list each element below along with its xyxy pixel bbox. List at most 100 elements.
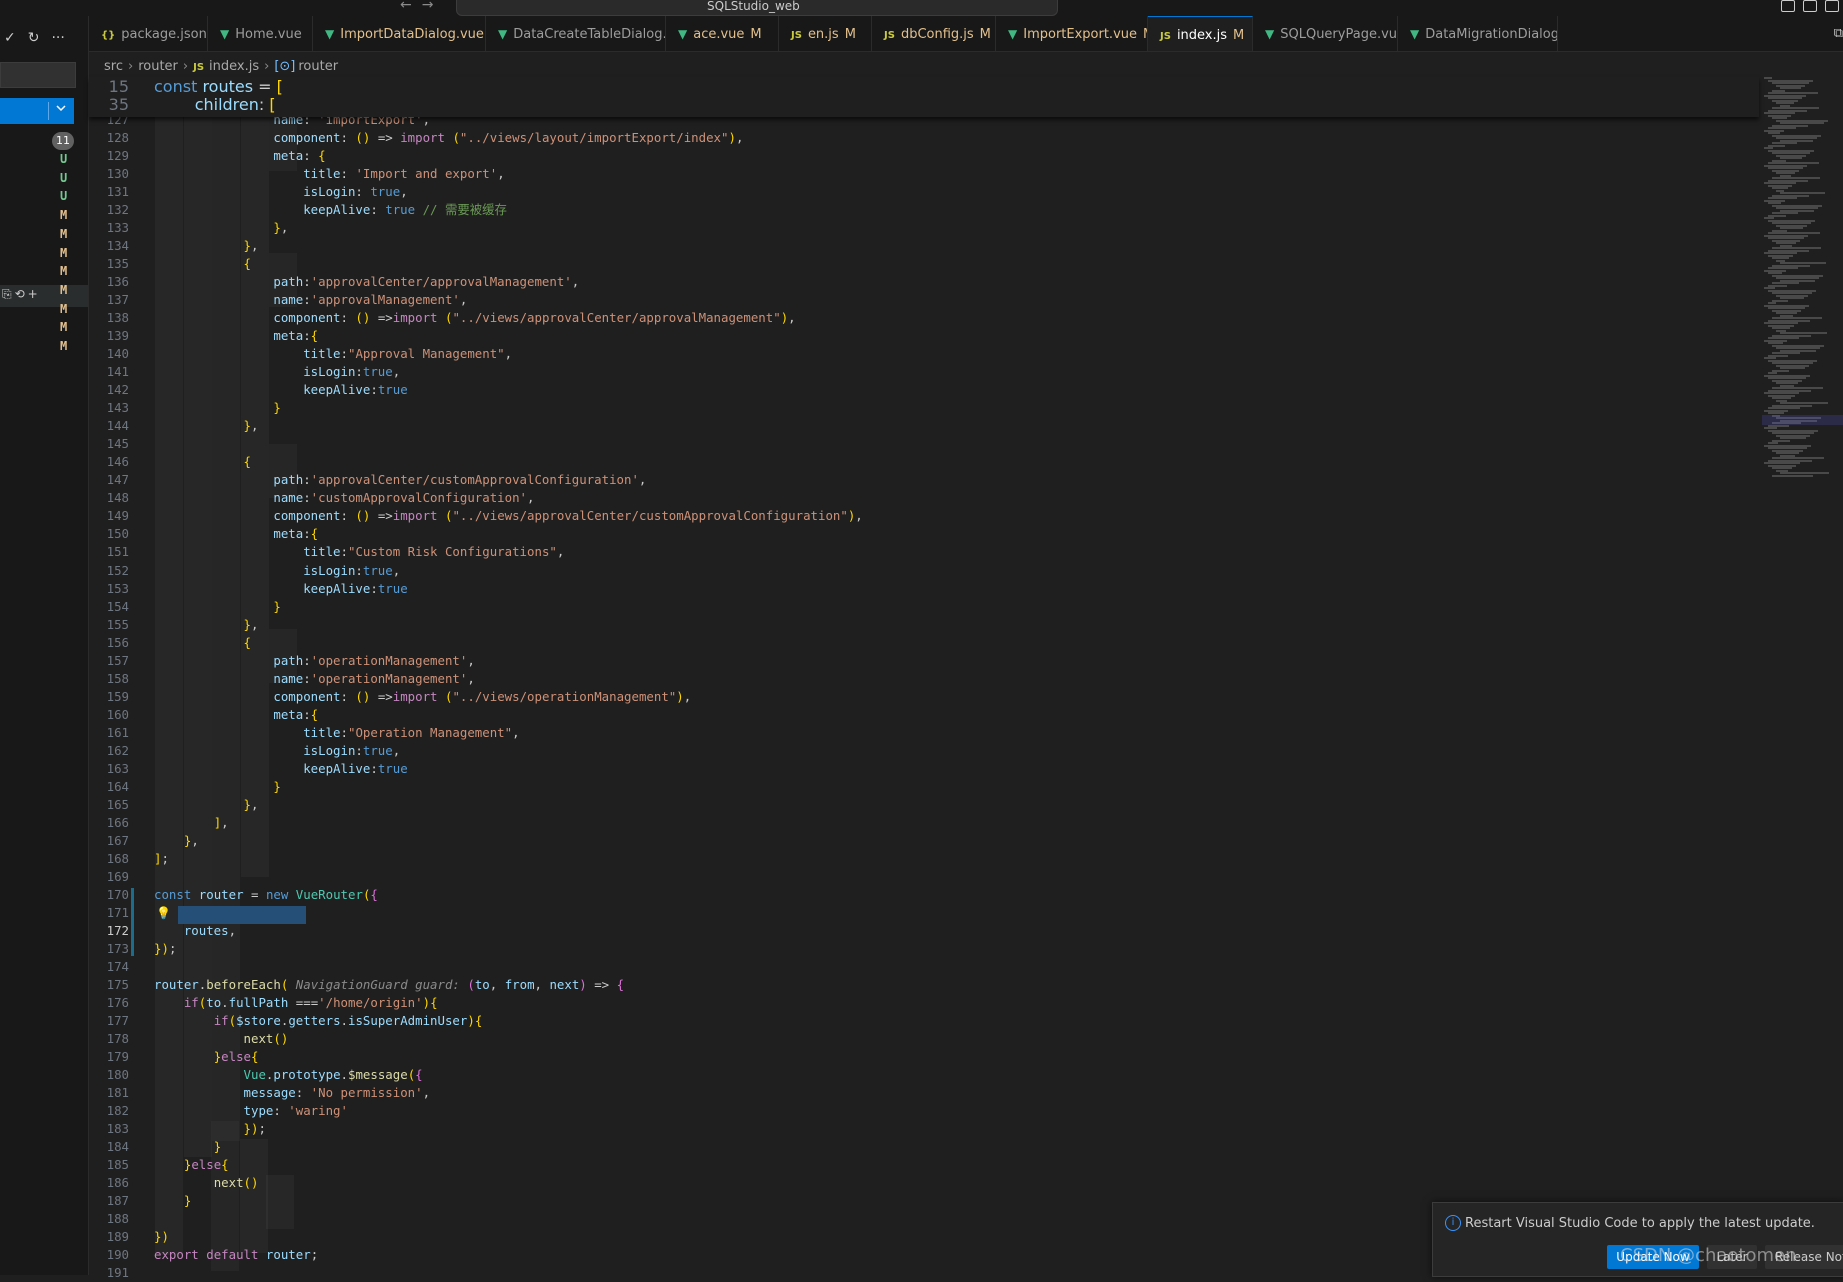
code-line[interactable]: 169 [89,868,1749,886]
code-line[interactable]: 159 component: () =>import ("../views/op… [89,688,1749,706]
breadcrumb-file[interactable]: index.js [209,59,259,74]
code-line[interactable]: 165 }, [89,796,1749,814]
toggle-secondary-sidebar-icon[interactable] [1825,0,1839,12]
tab-dbconfig-js[interactable]: JS dbConfig.js M [872,16,996,51]
code-line[interactable]: 177 if($store.getters.isSuperAdminUser){ [89,1012,1749,1030]
code-line[interactable]: 175 router.beforeEach( NavigationGuard gu… [89,976,1749,994]
sticky-scroll[interactable]: 15 const routes = [35 children: [ [89,77,1759,117]
code-line[interactable]: 180 Vue.prototype.$message({ [89,1066,1749,1084]
code-line[interactable]: 152 isLogin:true, [89,562,1749,580]
code-line[interactable]: 185 }else{ [89,1156,1749,1174]
code-line[interactable]: 129 meta: { [89,147,1749,165]
code-editor[interactable]: 127 name: 'importExport', 128 component: … [89,77,1759,1280]
tab-datamigrationdialog[interactable]: ▼ DataMigrationDialog [1398,16,1558,51]
commit-message-input[interactable] [0,62,76,88]
code-line[interactable]: 174 [89,958,1749,976]
back-arrow-icon[interactable]: ← [400,0,422,13]
code-line[interactable]: 134 }, [89,237,1749,255]
code-line[interactable]: 150 meta:{ [89,525,1749,543]
code-line[interactable]: 171 mode: 'history', [89,904,1749,922]
chevron-down-icon[interactable] [54,101,68,115]
code-line[interactable]: 153 keepAlive:true [89,580,1749,598]
code-line[interactable]: 147 path:'approvalCenter/customApprovalC… [89,471,1749,489]
tab-datacreatetabledialog-vue[interactable]: ▼ DataCreateTableDialog.vue [486,16,666,51]
tab-en-js[interactable]: JS en.js M [779,16,872,51]
sticky-line[interactable]: 15 const routes = [ [89,78,1749,96]
code-line[interactable]: 141 isLogin:true, [89,363,1749,381]
code-line[interactable]: 167 }, [89,832,1749,850]
code-line[interactable]: 178 next() [89,1030,1749,1048]
code-line[interactable]: 128 component: () => import ("../views/l… [89,129,1749,147]
code-line[interactable]: 146 { [89,453,1749,471]
breadcrumb-router[interactable]: router [138,59,178,74]
breadcrumb-src[interactable]: src [104,59,123,74]
code-line[interactable]: 135 { [89,255,1749,273]
code-line[interactable]: 160 meta:{ [89,706,1749,724]
code-line[interactable]: 183 }); [89,1120,1749,1138]
sidebar-actions: ✓ ↻ ··· [4,30,65,46]
sticky-line[interactable]: 35 children: [ [89,96,1749,114]
code-line[interactable]: 139 meta:{ [89,327,1749,345]
tab-home-vue[interactable]: ▼ Home.vue [208,16,313,51]
code-line[interactable]: 182 type: 'waring' [89,1102,1749,1120]
line-number: 133 [106,220,129,236]
code-line[interactable]: 130 title: 'Import and export', [89,165,1749,183]
lightbulb-icon[interactable]: 💡 [156,906,171,920]
tab-importdatadialog-vue[interactable]: ▼ImportDataDialog.vueM [313,16,486,51]
refresh-icon[interactable]: ↻ [28,30,40,46]
code-line[interactable]: 161 title:"Operation Management", [89,724,1749,742]
toggle-sidebar-icon[interactable] [1781,0,1795,12]
code-line[interactable]: 151 title:"Custom Risk Configurations", [89,543,1749,561]
command-center[interactable]: SQLStudio_web [456,0,1058,16]
code-line[interactable]: 148 name:'customApprovalConfiguration', [89,489,1749,507]
code-line[interactable]: 144 }, [89,417,1749,435]
code-line[interactable]: 176 if(to.fullPath ==='/home/origin'){ [89,994,1749,1012]
code-line[interactable]: 136 path:'approvalCenter/approvalManagem… [89,273,1749,291]
code-line[interactable]: 163 keepAlive:true [89,760,1749,778]
code-line[interactable]: 133 }, [89,219,1749,237]
forward-arrow-icon[interactable]: → [422,0,444,13]
nav-arrows[interactable]: ←→ [400,0,443,13]
tab-sqlquerypage-vue[interactable]: ▼ SQLQueryPage.vue [1253,16,1398,51]
code-line[interactable]: 143 } [89,399,1749,417]
code-line[interactable]: 158 name:'operationManagement', [89,670,1749,688]
code-line[interactable]: 186 next() [89,1174,1749,1192]
code-line[interactable]: 173}); [89,940,1749,958]
code-line[interactable]: 170 const router = new VueRouter({ [89,886,1749,904]
code-line[interactable]: 142 keepAlive:true [89,381,1749,399]
more-actions-icon[interactable]: ··· [51,30,64,46]
tab-importexport-vue[interactable]: ▼ImportExport.vueM [996,16,1148,51]
code-line[interactable]: 149 component: () =>import ("../views/ap… [89,507,1749,525]
split-editor-icon[interactable]: ⧉ [1834,26,1843,41]
tab-ace-vue[interactable]: ▼ ace.vue M [666,16,779,51]
minimap[interactable] [1762,77,1843,497]
tab-index-js[interactable]: JSindex.jsM× [1148,16,1253,51]
commit-icon[interactable]: ✓ [4,30,16,46]
code-line[interactable]: 154 } [89,598,1749,616]
toggle-panel-icon[interactable] [1803,0,1817,12]
breadcrumb-symbol[interactable]: router [298,59,338,74]
code-line[interactable]: 164 } [89,778,1749,796]
code-line[interactable]: 132 keepAlive: true // 需要被缓存 [89,201,1749,219]
code-line[interactable]: 168]; [89,850,1749,868]
minimap-slider[interactable] [1762,415,1843,425]
code-line[interactable]: 140 title:"Approval Management", [89,345,1749,363]
code-line[interactable]: 166 ], [89,814,1749,832]
commit-button[interactable] [0,98,74,124]
code-line[interactable]: 145 [89,435,1749,453]
code-line[interactable]: 172 routes, [89,922,1749,940]
line-code: }, [273,220,289,236]
code-line[interactable]: 179 }else{ [89,1048,1749,1066]
code-line[interactable]: 156 { [89,634,1749,652]
code-line[interactable]: 137 name:'approvalManagement', [89,291,1749,309]
line-number: 135 [106,256,129,272]
tab-package-json[interactable]: {} package.json [89,16,208,51]
code-line[interactable]: 157 path:'operationManagement', [89,652,1749,670]
code-line[interactable]: 162 isLogin:true, [89,742,1749,760]
code-line[interactable]: 155 }, [89,616,1749,634]
code-line[interactable]: 138 component: () =>import ("../views/ap… [89,309,1749,327]
code-line[interactable]: 131 isLogin: true, [89,183,1749,201]
row-action-icons[interactable]: ⎘⟲+ [2,287,41,302]
code-line[interactable]: 184 } [89,1138,1749,1156]
code-line[interactable]: 181 message: 'No permission', [89,1084,1749,1102]
